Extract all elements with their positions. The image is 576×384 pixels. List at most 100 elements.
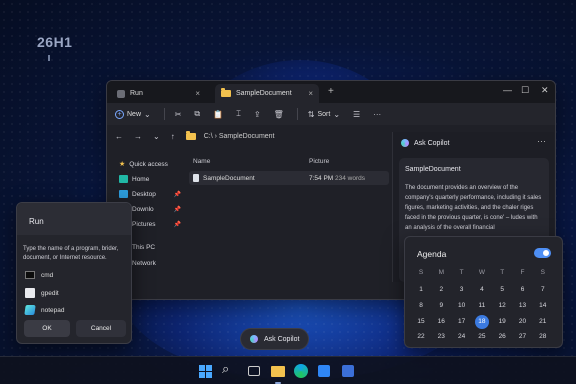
calendar-day[interactable]: 9 [433,300,449,312]
copy-button[interactable]: ⧉ [194,109,200,119]
view-icon: ☰ [353,109,361,119]
sort-button[interactable]: ⇅ Sort ⌄ [308,110,340,119]
folder-icon [221,88,231,97]
calendar-day[interactable]: 28 [535,331,551,343]
column-header-name[interactable]: Name [193,158,210,165]
close-tab-icon[interactable]: × [308,89,313,98]
copilot-icon [401,139,409,147]
document-icon [193,174,199,182]
calendar-day[interactable]: 26 [494,331,510,343]
new-button[interactable]: + New ⌄ [115,109,151,119]
task-view-icon[interactable] [248,366,260,376]
chevron-down-icon[interactable]: ⌄ [153,132,160,141]
tab-sampledocument[interactable]: SampleDocument × [215,84,319,103]
paste-icon: 📋 [213,109,224,119]
up-arrow-icon[interactable]: ↑ [171,132,175,141]
minimize-button[interactable]: — [503,85,512,95]
cut-button[interactable]: ✂ [175,110,182,119]
calendar-day[interactable]: 3 [454,284,470,296]
pin-icon: 📌 [173,221,181,228]
sidebar-item-home[interactable]: Home [119,175,181,183]
calendar-day-selected[interactable]: 18 [474,314,489,329]
view-button[interactable]: ☰ [353,110,360,119]
calendar-day[interactable]: 8 [413,300,429,312]
tab-run[interactable]: Run × [111,84,206,103]
copilot-icon [250,335,258,343]
trash-icon: 🗑 [273,109,284,119]
pin-icon: 📌 [173,206,181,213]
back-arrow-icon[interactable]: ← [115,132,123,141]
paste-button[interactable]: 📋 [213,110,223,119]
file-list: Name Picture SampleDocument 7:54 PM 234 … [187,147,389,299]
calendar-day[interactable]: 27 [515,331,531,343]
pin-icon: 📌 [173,191,181,198]
file-words: 234 words [335,174,365,182]
run-item-label: gpedit [41,289,59,297]
share-button[interactable]: ⇪ [254,110,261,119]
calendar-day[interactable]: 2 [433,284,449,296]
calendar-day[interactable]: 11 [474,300,490,312]
calendar-day[interactable]: 20 [515,316,531,328]
run-description: Type the name of a program, brider, docu… [23,246,119,261]
sidebar-item-quick-access[interactable]: ★ Quick access [119,160,181,169]
run-item-cmd[interactable]: cmd [25,271,53,279]
chevron-down-icon: ⌄ [333,109,341,119]
breadcrumb[interactable]: C:\ › SampleDocument [204,133,275,140]
calendar-day[interactable]: 23 [433,331,449,343]
calendar-day[interactable]: 5 [494,284,510,296]
delete-button[interactable]: 🗑 [274,110,284,119]
ok-button[interactable]: OK [24,320,70,337]
calendar-day[interactable]: 21 [535,316,551,328]
copilot-title: Ask Copilot [414,139,450,147]
cancel-button[interactable]: Cancel [76,320,126,337]
close-tab-icon[interactable]: × [195,89,200,98]
calendar-day[interactable]: 4 [474,284,490,296]
ask-copilot-label: Ask Copilot [264,335,300,343]
sidebar-item-desktop[interactable]: Desktop 📌 [119,190,181,198]
divider [163,108,165,120]
calendar-day[interactable]: 14 [535,300,551,312]
home-icon [119,175,128,183]
calendar-day[interactable]: 7 [535,284,551,296]
app-icon[interactable] [342,365,354,377]
maximize-button[interactable]: ☐ [521,85,529,96]
column-header-picture[interactable]: Picture [309,158,329,165]
rename-button[interactable]: ⌶ [236,109,241,119]
calendar-day[interactable]: 13 [515,300,531,312]
windows-start-icon[interactable] [199,365,212,378]
agenda-toggle[interactable] [534,248,551,258]
forward-arrow-icon[interactable]: → [134,132,142,141]
run-item-gpedit[interactable]: gpedit [25,288,59,298]
sidebar-item-label: Desktop [132,190,156,198]
sidebar-item-label: Quick access [129,160,168,168]
calendar-day[interactable]: 16 [433,316,449,328]
calendar-day[interactable]: 22 [413,331,429,343]
calendar-day[interactable]: 1 [413,284,429,296]
new-tab-button[interactable]: + [328,86,334,97]
store-icon[interactable] [318,365,330,377]
calendar-day[interactable]: 15 [413,316,429,328]
edge-icon[interactable] [294,364,308,378]
file-explorer-icon[interactable] [271,366,285,377]
calendar-day[interactable]: 24 [454,331,470,343]
weekday-header: T [500,269,505,276]
calendar-day[interactable]: 17 [454,316,470,328]
rename-icon: ⌶ [236,109,241,118]
ask-copilot-button[interactable]: Ask Copilot [240,328,309,350]
more-options-icon[interactable]: ··· [537,136,546,146]
calendar-day[interactable]: 6 [515,284,531,296]
more-button[interactable]: ··· [373,110,381,119]
calendar-day[interactable]: 10 [454,300,470,312]
search-icon[interactable]: ⌕ [222,361,238,377]
close-window-button[interactable]: ✕ [541,85,549,96]
notepad-icon [24,305,36,315]
calendar-day[interactable]: 25 [474,331,490,343]
run-item-notepad[interactable]: notepad [24,305,65,315]
file-row[interactable]: SampleDocument 7:54 PM 234 words [189,171,389,185]
calendar-day[interactable]: 12 [494,300,510,312]
gpedit-icon [25,288,35,298]
calendar-day[interactable]: 19 [494,316,510,328]
new-label: New [127,110,142,118]
run-item-label: cmd [41,271,54,279]
summary-title: SampleDocument [405,166,461,173]
